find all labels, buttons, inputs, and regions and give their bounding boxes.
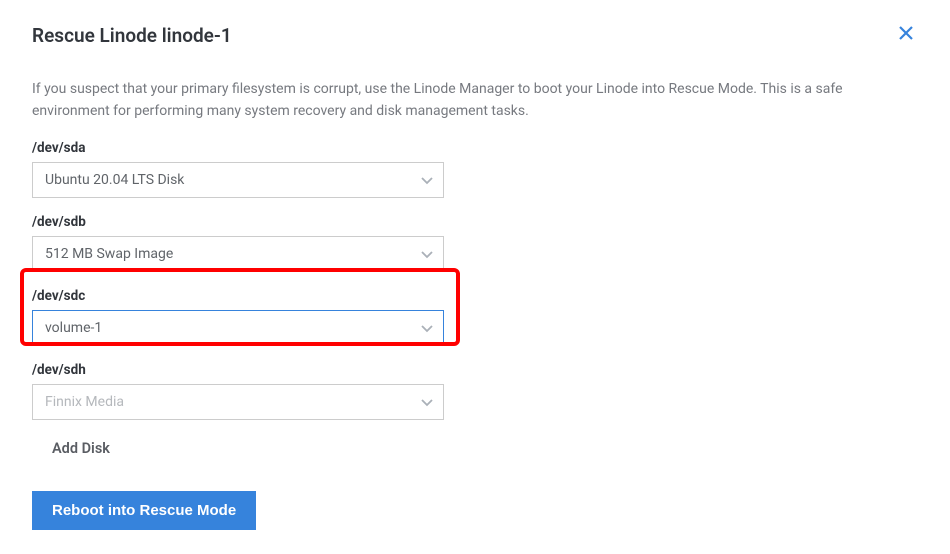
- device-sda-group: /dev/sda Ubuntu 20.04 LTS Disk: [32, 140, 918, 198]
- modal-header: Rescue Linode linode-1: [32, 24, 918, 47]
- device-sdc-value: volume-1: [45, 320, 102, 336]
- add-disk-button[interactable]: Add Disk: [52, 440, 110, 457]
- close-icon[interactable]: [894, 24, 918, 46]
- action-row: Reboot into Rescue Mode: [32, 491, 918, 530]
- device-sdb-value: 512 MB Swap Image: [45, 246, 173, 262]
- modal-title: Rescue Linode linode-1: [32, 24, 232, 47]
- rescue-modal: Rescue Linode linode-1 If you suspect th…: [0, 0, 950, 554]
- device-sda-select[interactable]: Ubuntu 20.04 LTS Disk: [32, 162, 444, 198]
- device-sdb-select[interactable]: 512 MB Swap Image: [32, 236, 444, 272]
- device-sdc-group: /dev/sdc volume-1: [32, 288, 918, 346]
- device-sdc-select[interactable]: volume-1: [32, 310, 444, 346]
- device-sdh-value: Finnix Media: [45, 394, 124, 410]
- device-sda-value: Ubuntu 20.04 LTS Disk: [45, 172, 184, 188]
- device-sdb-label: /dev/sdb: [32, 214, 918, 230]
- modal-description: If you suspect that your primary filesys…: [32, 79, 918, 122]
- device-sda-label: /dev/sda: [32, 140, 918, 156]
- device-sdb-group: /dev/sdb 512 MB Swap Image: [32, 214, 918, 272]
- device-sdc-label: /dev/sdc: [32, 288, 918, 304]
- device-sdh-select: Finnix Media: [32, 384, 444, 420]
- reboot-rescue-button[interactable]: Reboot into Rescue Mode: [32, 491, 256, 530]
- device-sdh-group: /dev/sdh Finnix Media: [32, 362, 918, 420]
- device-sdh-label: /dev/sdh: [32, 362, 918, 378]
